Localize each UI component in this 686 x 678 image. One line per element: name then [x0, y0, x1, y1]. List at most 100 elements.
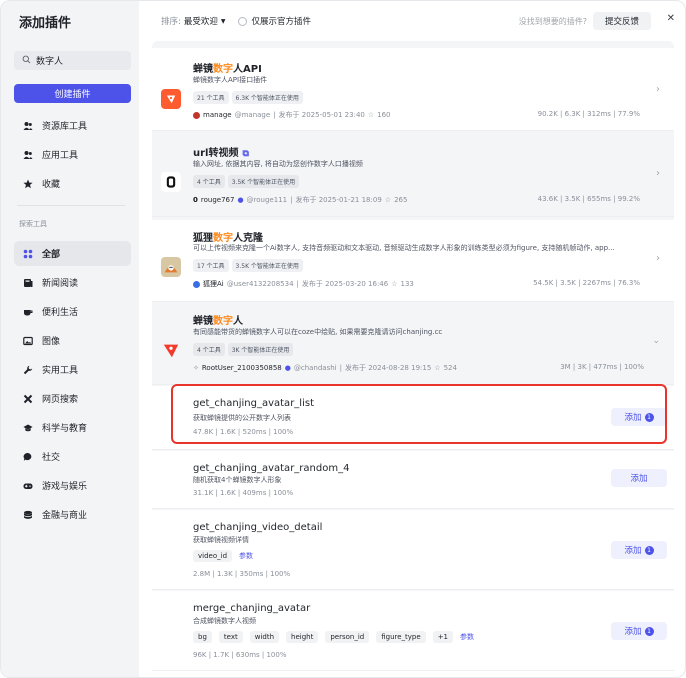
favorite-count: 133	[400, 280, 414, 288]
author-name: manage	[203, 111, 232, 119]
close-icon[interactable]: ✕	[667, 13, 675, 24]
star-icon: ☆	[434, 364, 441, 372]
sidebar-item-label: 应用工具	[42, 151, 79, 161]
tool-description: 随机获取4个蝉镜数字人形象	[193, 476, 282, 484]
added-count-badge: 1	[644, 626, 654, 636]
param-chip: bg	[193, 631, 212, 643]
sidebar-item-label: 便利生活	[42, 308, 79, 318]
search-input[interactable]: 数字人	[14, 51, 131, 70]
users-icon	[23, 121, 33, 131]
plugin-name: 蝉镜数字人	[193, 316, 243, 327]
author-handle: @user4132208534	[226, 280, 294, 288]
chat-icon	[23, 452, 33, 462]
sidebar-item-image[interactable]: 图像	[14, 328, 131, 353]
official-only-radio[interactable]	[237, 16, 247, 26]
search-value: 数字人	[36, 57, 64, 67]
sidebar-item-news[interactable]: 新闻阅读	[14, 270, 131, 295]
tool-count-tag: 4 个工具	[193, 175, 225, 188]
publish-date: 发布于 2024-08-28 19:15	[344, 364, 432, 372]
add-tool-button[interactable]: 添加	[611, 469, 667, 487]
sidebar-item-label: 资源库工具	[42, 122, 88, 132]
param-chip: person_id	[325, 631, 370, 643]
submit-feedback-button[interactable]: 提交反馈	[593, 12, 651, 30]
feedback-hint: 没找到想要的插件?	[518, 16, 587, 26]
favorite-count: 265	[394, 196, 408, 204]
plugin-description: 蝉镜数字人API接口插件	[193, 76, 268, 84]
sidebar-section-label: 探索工具	[19, 220, 47, 228]
plugin-name: 狐狸数字人克隆	[193, 233, 263, 244]
author-name: rouge767	[200, 196, 235, 204]
plugin-tags: 21 个工具 6.3K 个智能体正在使用	[193, 91, 303, 104]
sidebar-divider	[17, 205, 125, 206]
publish-date: 发布于 2025-01-21 18:09	[295, 196, 382, 204]
plugin-stats: 3M | 3K | 477ms | 100%	[560, 363, 644, 371]
chevron-right-icon[interactable]: ›	[656, 168, 660, 179]
param-chip: figure_type	[376, 631, 426, 643]
sidebar-item-app-tools[interactable]: 应用工具	[14, 142, 131, 167]
create-plugin-button[interactable]: 创建插件	[14, 84, 131, 103]
params-link[interactable]: 参数	[460, 632, 474, 642]
sidebar-item-all[interactable]: 全部	[14, 241, 131, 266]
tool-description: 合成蝉镜数字人视频	[193, 617, 256, 625]
plugin-meta: manage @manage | 发布于 2025-05-01 23:40 ☆ …	[193, 110, 391, 120]
param-chip: text	[218, 631, 243, 643]
official-only-label[interactable]: 仅展示官方插件	[252, 15, 312, 27]
avatar: 0	[193, 196, 198, 204]
sidebar-item-games[interactable]: 游戏与娱乐	[14, 473, 131, 498]
wrench-icon	[23, 365, 33, 375]
chevron-right-icon[interactable]: ›	[656, 84, 660, 95]
author-name: RootUser_2100350858	[201, 364, 282, 372]
param-chip: video_id	[193, 550, 233, 562]
coins-icon	[23, 510, 33, 520]
sidebar-item-social[interactable]: 社交	[14, 444, 131, 469]
sort-dropdown[interactable]: 最受欢迎	[184, 15, 218, 27]
sort-label: 排序:	[161, 17, 181, 27]
grid-icon	[23, 249, 33, 259]
sidebar-item-library-tools[interactable]: 资源库工具	[14, 113, 131, 138]
author-handle: @rouge111	[246, 196, 288, 204]
external-link-icon[interactable]: ⧉	[242, 149, 248, 159]
diamond-icon: ✧	[193, 364, 199, 372]
author-handle: @chandashi	[293, 364, 337, 372]
usage-tag: 6.3K 个智能体正在使用	[231, 91, 303, 104]
tool-description: 获取蝉镜视频详情	[193, 536, 249, 544]
plugin-meta: 0 rouge767 ● @rouge111 | 发布于 2025-01-21 …	[193, 196, 408, 204]
sidebar-item-finance[interactable]: 金融与商业	[14, 502, 131, 527]
tool-name: get_chanjing_avatar_random_4	[193, 463, 350, 474]
plugin-description: 有同感能带货的蝉镜数字人可以在coze中绘贴, 如果需要克隆请访问chanjin…	[193, 328, 443, 336]
sidebar-item-utilities[interactable]: 实用工具	[14, 357, 131, 382]
author-handle: @manage	[234, 111, 271, 119]
search-icon	[22, 55, 31, 67]
plugin-card[interactable]: url转视频 ⧉ 输入网址, 依据其内容, 将自动为您创作数字人口播视频 4 个工…	[152, 134, 674, 217]
sidebar-item-education[interactable]: 科学与教育	[14, 415, 131, 440]
add-tool-button[interactable]: 添加 1	[611, 622, 667, 640]
plugin-card[interactable]: 蝉镜数字人API 蝉镜数字人API接口插件 21 个工具 6.3K 个智能体正在…	[152, 48, 674, 131]
plugin-name: url转视频 ⧉	[193, 148, 249, 159]
plugin-tags: 4 个工具 3.5K 个智能体正在使用	[193, 175, 300, 188]
dialog-title: 添加插件	[19, 16, 72, 31]
star-icon: ☆	[367, 111, 375, 119]
param-more-chip[interactable]: +1	[432, 631, 454, 643]
plugin-stats: 90.2K | 6.3K | 312ms | 77.9%	[537, 110, 640, 118]
sidebar-item-label: 图像	[42, 337, 61, 347]
tool-params: video_id 参数	[193, 550, 253, 562]
cap-icon	[23, 423, 33, 433]
chevron-down-icon[interactable]: ⌄	[652, 336, 660, 346]
sidebar-item-label: 游戏与娱乐	[42, 482, 88, 492]
sidebar-item-life[interactable]: 便利生活	[14, 299, 131, 324]
caret-down-icon[interactable]: ▼	[221, 18, 226, 25]
plugin-logo	[161, 172, 181, 192]
add-tool-button[interactable]: 添加 1	[611, 541, 667, 559]
plugin-tags: 4 个工具 3K 个智能体正在使用	[193, 343, 294, 356]
sidebar-item-label: 收藏	[42, 180, 61, 190]
plugin-card[interactable]: 狐狸数字人克隆 可以上传视频来克隆一个Ai数字人, 支持音频驱动和文本驱动, 音…	[152, 220, 674, 302]
sidebar-item-favorites[interactable]: 收藏	[14, 171, 131, 196]
chevron-right-icon[interactable]: ›	[656, 253, 660, 264]
sidebar-item-web-search[interactable]: 网页搜索	[14, 386, 131, 411]
add-plugin-dialog: 添加插件 数字人 创建插件 资源库工具 应用工具 收藏 探索工具 全部 新闻阅读	[0, 0, 686, 678]
verified-icon: ●	[284, 364, 291, 372]
plugin-logo	[161, 340, 181, 360]
usage-tag: 3.5K 个智能体正在使用	[227, 175, 300, 188]
plugin-card-expanded[interactable]: 蝉镜数字人 有同感能带货的蝉镜数字人可以在coze中绘贴, 如果需要克隆请访问c…	[152, 303, 674, 385]
params-link[interactable]: 参数	[239, 551, 253, 561]
